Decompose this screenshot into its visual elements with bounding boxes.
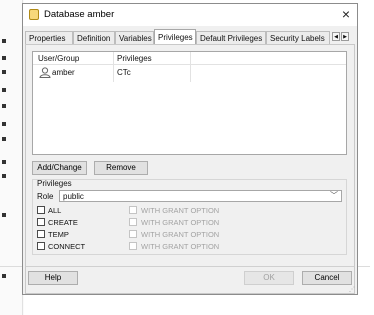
- dialog-title: Database amber: [44, 9, 115, 20]
- user-icon: [39, 67, 51, 78]
- bg-text-fragment: [2, 213, 6, 217]
- close-icon[interactable]: ×: [342, 6, 350, 22]
- connect-checkbox-label: CONNECT: [48, 242, 86, 251]
- temp-checkbox-label: TEMP: [48, 230, 69, 239]
- all-checkbox[interactable]: [37, 206, 45, 214]
- all-grant-option-label: WITH GRANT OPTION: [141, 206, 220, 215]
- tab-properties[interactable]: Properties: [25, 31, 73, 44]
- privileges-grid: User/Group Privileges amber CTc: [32, 51, 347, 155]
- bg-text-fragment: [2, 160, 6, 164]
- title-bar: Database amber ×: [23, 4, 357, 26]
- column-divider: [190, 52, 191, 82]
- all-grant-option-checkbox[interactable]: [129, 206, 137, 214]
- privileges-legend: Privileges: [37, 179, 72, 188]
- tab-scroll-left-icon[interactable]: ◀: [332, 32, 340, 41]
- bg-text-fragment: [2, 70, 6, 74]
- create-checkbox-label: CREATE: [48, 218, 78, 227]
- connect-checkbox[interactable]: [37, 242, 45, 250]
- temp-checkbox[interactable]: [37, 230, 45, 238]
- privileges-panel: User/Group Privileges amber CTc Add/Chan…: [25, 44, 355, 294]
- bg-text-fragment: [2, 56, 6, 60]
- tab-security-labels[interactable]: Security Labels: [266, 31, 330, 44]
- create-checkbox[interactable]: [37, 218, 45, 226]
- bg-text-fragment: [2, 274, 6, 278]
- temp-grant-option-checkbox[interactable]: [129, 230, 137, 238]
- role-label: Role: [37, 192, 54, 201]
- tab-strip: Properties Definition Variables Privileg…: [25, 29, 357, 45]
- remove-button[interactable]: Remove: [94, 161, 148, 175]
- bg-text-fragment: [2, 88, 6, 92]
- column-divider: [113, 52, 114, 82]
- folder-icon: [29, 9, 39, 20]
- background-app-strip: [0, 0, 24, 315]
- tab-definition[interactable]: Definition: [73, 31, 115, 44]
- privileges-fieldset: Privileges Role public ﹀ ALL WITH GRANT …: [32, 179, 347, 255]
- bg-text-fragment: [2, 104, 6, 108]
- row-privileges: CTc: [117, 68, 131, 77]
- connect-grant-option-checkbox[interactable]: [129, 242, 137, 250]
- tab-scroll-right-icon[interactable]: ▶: [341, 32, 349, 41]
- bg-text-fragment: [2, 137, 6, 141]
- role-selected-value: public: [63, 192, 84, 201]
- chevron-down-icon: ﹀: [330, 191, 338, 200]
- database-properties-dialog: Database amber × Properties Definition V…: [22, 3, 358, 295]
- bg-text-fragment: [2, 174, 6, 178]
- help-button[interactable]: Help: [28, 271, 78, 285]
- role-select[interactable]: public ﹀: [59, 190, 342, 202]
- bg-text-fragment: [2, 122, 6, 126]
- tab-privileges[interactable]: Privileges: [154, 29, 196, 45]
- cancel-button[interactable]: Cancel: [302, 271, 352, 285]
- create-grant-option-checkbox[interactable]: [129, 218, 137, 226]
- resize-grip-icon[interactable]: ⋰: [349, 286, 355, 293]
- tab-variables[interactable]: Variables: [115, 31, 154, 44]
- tab-default-privileges[interactable]: Default Privileges: [196, 31, 266, 44]
- add-change-button[interactable]: Add/Change: [32, 161, 87, 175]
- column-header-user-group[interactable]: User/Group: [38, 54, 79, 63]
- temp-grant-option-label: WITH GRANT OPTION: [141, 230, 220, 239]
- all-checkbox-label: ALL: [48, 206, 62, 215]
- footer-divider: [26, 266, 354, 267]
- ok-button[interactable]: OK: [244, 271, 294, 285]
- bg-text-fragment: [2, 39, 6, 43]
- column-header-privileges[interactable]: Privileges: [117, 54, 152, 63]
- row-user-name: amber: [52, 68, 75, 77]
- connect-grant-option-label: WITH GRANT OPTION: [141, 242, 220, 251]
- create-grant-option-label: WITH GRANT OPTION: [141, 218, 220, 227]
